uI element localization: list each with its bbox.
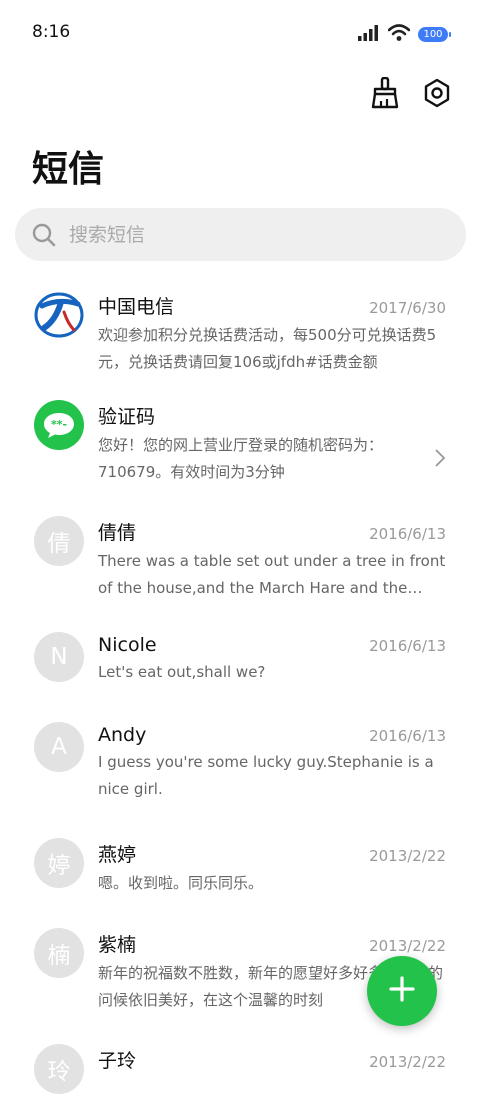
avatar: A [34,722,84,772]
avatar: 婷 [34,838,84,888]
thread-date: 2013/2/22 [369,937,446,955]
plus-icon [389,976,415,1006]
svg-text:**-: **- [51,418,67,431]
thread-date: 2016/6/13 [369,727,446,745]
battery-icon: 100 [418,27,451,42]
compose-button[interactable] [367,956,437,1026]
status-time: 8:16 [32,22,71,42]
thread-name: Andy [98,724,147,746]
avatar: 倩 [34,516,84,566]
search-bar[interactable] [15,208,466,261]
status-bar: 8:16 100 [0,0,480,66]
thread-row[interactable]: **- 验证码 您好！您的网上营业厅登录的随机密码为：710679。有效时间为3… [0,388,480,504]
thread-date: 2013/2/22 [369,1053,446,1071]
search-input[interactable] [67,222,431,247]
thread-preview: 嗯。收到啦。同乐同乐。 [98,874,264,892]
thread-row[interactable]: 婷 燕婷 2013/2/22 嗯。收到啦。同乐同乐。 [0,826,480,916]
status-icons: 100 [358,24,451,45]
chevron-right-icon [434,448,446,472]
verification-code-icon: **- [34,400,84,450]
thread-date: 2013/2/22 [369,847,446,865]
broom-icon[interactable] [368,76,402,110]
thread-row[interactable]: 中国电信 2017/6/30 欢迎参加积分兑换话费活动，每500分可兑换话费5元… [0,278,480,388]
thread-preview: I guess you're some lucky guy.Stephanie … [98,753,434,798]
thread-name: 子玲 [98,1050,137,1072]
page-title: 短信 [32,149,105,190]
wifi-icon [387,24,411,45]
thread-row[interactable]: 倩 倩倩 2016/6/13 There was a table set out… [0,504,480,620]
thread-name: Nicole [98,634,157,656]
thread-row[interactable]: 玲 子玲 2013/2/22 [0,1032,480,1094]
thread-date: 2017/6/30 [369,299,446,317]
thread-date: 2016/6/13 [369,525,446,543]
top-actions [368,76,454,110]
thread-name: 中国电信 [98,296,175,318]
thread-name: 燕婷 [98,844,137,866]
thread-name: 倩倩 [98,522,137,544]
thread-name: 紫楠 [98,934,137,956]
thread-preview: Let's eat out,shall we? [98,663,266,681]
settings-icon[interactable] [420,76,454,110]
thread-name: 验证码 [98,406,156,428]
avatar: N [34,632,84,682]
signal-icon [358,24,380,45]
thread-preview: 您好！您的网上营业厅登录的随机密码为：710679。有效时间为3分钟 [98,436,384,481]
telecom-logo [34,290,84,340]
search-icon [31,222,57,248]
thread-row[interactable]: N Nicole 2016/6/13 Let's eat out,shall w… [0,620,480,710]
thread-date: 2016/6/13 [369,637,446,655]
avatar: 玲 [34,1044,84,1094]
thread-row[interactable]: A Andy 2016/6/13 I guess you're some luc… [0,710,480,826]
thread-preview: 欢迎参加积分兑换话费活动，每500分可兑换话费5元，兑换话费请回复106或jfd… [98,326,437,371]
thread-preview: There was a table set out under a tree i… [98,552,446,597]
avatar: 楠 [34,928,84,978]
